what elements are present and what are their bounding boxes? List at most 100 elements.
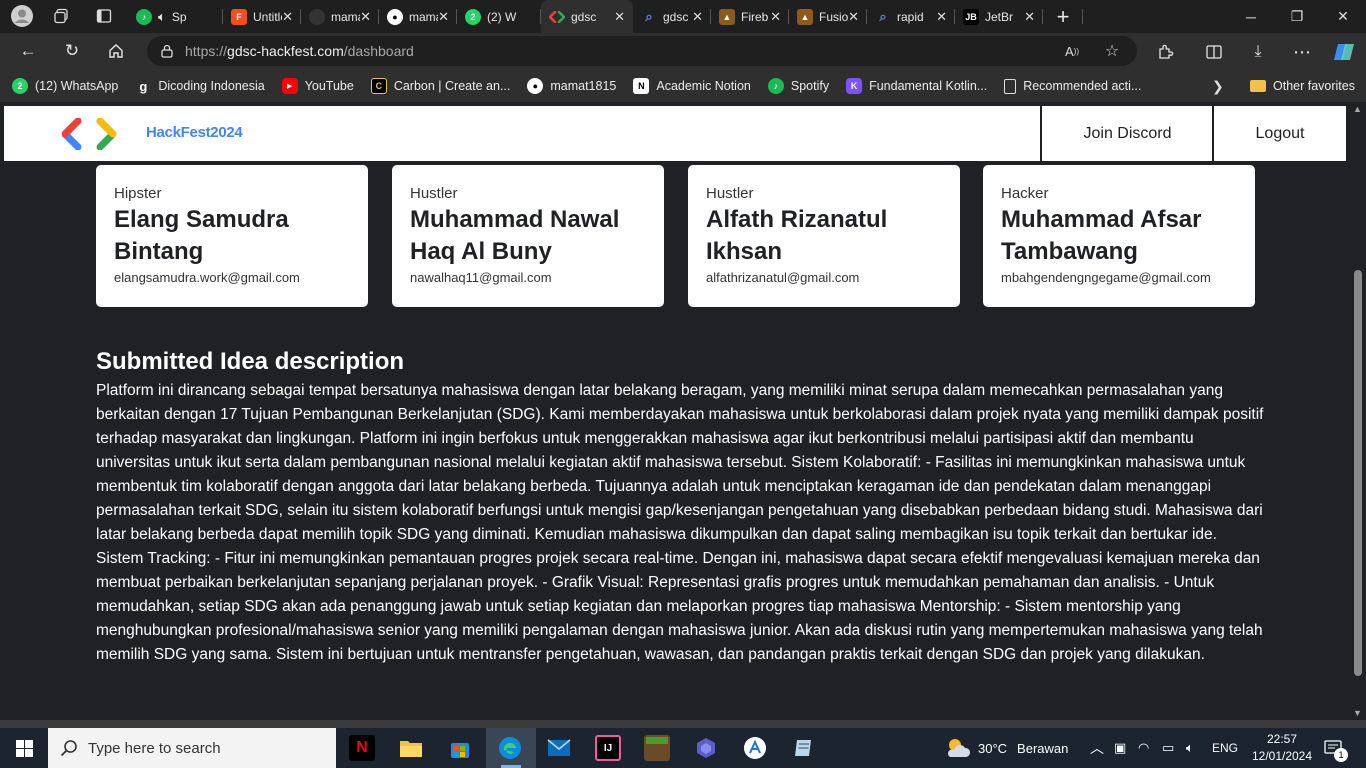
- bookmark-youtube[interactable]: ▶ YouTube: [281, 78, 354, 94]
- figma-icon: F: [231, 8, 247, 25]
- home-button[interactable]: [101, 37, 131, 65]
- idea-section-title: Submitted Idea description: [96, 348, 405, 375]
- bookmark-carbon[interactable]: C Carbon | Create an...: [370, 78, 510, 94]
- close-tab-icon[interactable]: ✕: [438, 9, 449, 25]
- browser-tab-active[interactable]: gdsc ✕: [541, 0, 633, 33]
- carbon-icon: C: [370, 78, 387, 94]
- notion-icon: N: [633, 78, 650, 94]
- split-screen-icon[interactable]: [1200, 38, 1228, 66]
- wifi-icon[interactable]: ◠: [1138, 728, 1149, 768]
- restore-button[interactable]: ❐: [1274, 0, 1320, 33]
- tab-title: rapid: [897, 9, 924, 24]
- bookmark-recommended[interactable]: Recommended acti...: [1004, 78, 1141, 94]
- gdsc-icon: [549, 9, 565, 25]
- power-automate-icon[interactable]: [693, 735, 719, 761]
- bookmark-spotify[interactable]: ♪ Spotify: [767, 78, 829, 94]
- system-clock[interactable]: 22:57 12/01/2024: [1250, 731, 1314, 765]
- close-tab-icon[interactable]: ✕: [692, 9, 703, 25]
- bookmarks-overflow-chevron-icon[interactable]: ❯: [1212, 70, 1224, 102]
- app-store-icon[interactable]: [742, 735, 768, 761]
- close-tab-icon[interactable]: ✕: [1024, 9, 1035, 25]
- bookmark-notion[interactable]: N Academic Notion: [633, 78, 751, 94]
- spotify-icon: ♪: [767, 78, 784, 94]
- member-card: Hustler Alfath Rizanatul Ikhsan alfathri…: [688, 165, 960, 307]
- tray-overflow-chevron-icon[interactable]: ︿: [1090, 728, 1104, 768]
- other-favorites-folder[interactable]: Other favorites: [1250, 70, 1355, 102]
- start-button[interactable]: [0, 728, 48, 768]
- join-discord-button[interactable]: Join Discord: [1040, 106, 1213, 161]
- workspaces-icon[interactable]: [46, 3, 78, 29]
- site-name[interactable]: HackFest2024: [146, 124, 243, 141]
- tab-title: gdsc: [663, 9, 689, 24]
- browser-tab[interactable]: ▲ Fusio ✕: [789, 0, 867, 33]
- microsoft-store-icon[interactable]: [447, 735, 473, 761]
- gdsc-logo-icon[interactable]: [62, 118, 124, 150]
- mail-icon[interactable]: [546, 735, 572, 761]
- browser-tab[interactable]: ▲ Fireb ✕: [711, 0, 789, 33]
- bookmark-kotlin[interactable]: K Fundamental Kotlin...: [846, 78, 987, 94]
- scroll-down-arrow-icon[interactable]: ▼: [1353, 708, 1362, 718]
- close-tab-icon[interactable]: ✕: [282, 9, 293, 25]
- copilot-icon[interactable]: [1330, 38, 1358, 66]
- more-menu-icon[interactable]: ⋯: [1288, 38, 1316, 66]
- member-email: elangsamudra.work@gmail.com: [114, 270, 300, 285]
- downloads-icon[interactable]: ⤓: [1244, 38, 1272, 66]
- minimize-button[interactable]: ─: [1228, 0, 1274, 33]
- cloud-sun-icon: [947, 739, 971, 757]
- tab-title: Spotify: [171, 9, 186, 24]
- read-aloud-icon[interactable]: A)): [1061, 41, 1083, 61]
- volume-icon[interactable]: 🔈︎: [1186, 728, 1194, 768]
- member-name: Alfath Rizanatul Ikhsan: [706, 206, 888, 265]
- browser-tab[interactable]: mamat ✕: [301, 0, 379, 33]
- close-tab-icon[interactable]: ✕: [360, 9, 371, 25]
- intellij-icon[interactable]: IJ: [595, 735, 621, 761]
- document-icon: [1004, 78, 1017, 94]
- new-tab-button[interactable]: +: [1043, 0, 1083, 33]
- browser-tab[interactable]: ♪ 🔈︎ Spotify: [128, 0, 223, 33]
- favorite-star-icon[interactable]: ☆: [1101, 41, 1123, 61]
- logout-button[interactable]: Logout: [1212, 106, 1346, 161]
- notifications-button[interactable]: 1: [1324, 728, 1348, 768]
- tab-title: Untitled: [253, 9, 282, 24]
- taskbar-search-box[interactable]: Type here to search: [48, 728, 336, 768]
- close-window-button[interactable]: ✕: [1320, 0, 1366, 33]
- minecraft-icon[interactable]: [644, 735, 670, 761]
- member-card: Hacker Muhammad Afsar Tambawang mbahgend…: [983, 165, 1255, 307]
- close-tab-icon[interactable]: ✕: [614, 9, 625, 25]
- tab-title: mamat: [409, 9, 438, 24]
- browser-tab[interactable]: ⌕ rapid ✕: [867, 0, 955, 33]
- browser-tab[interactable]: JB JetBr ✕: [955, 0, 1043, 33]
- close-tab-icon[interactable]: ✕: [936, 9, 947, 25]
- back-button[interactable]: ←: [13, 37, 43, 65]
- bookmark-label: Fundamental Kotlin...: [869, 79, 988, 93]
- address-bar[interactable]: https://gdsc-hackfest.com/dashboard A)) …: [147, 36, 1137, 66]
- refresh-button[interactable]: ↻: [57, 37, 87, 65]
- battery-icon[interactable]: ▭: [1162, 728, 1174, 768]
- profile-avatar[interactable]: [6, 3, 38, 29]
- page-scrollbar[interactable]: ▲ ▼: [1350, 102, 1366, 720]
- browser-tab[interactable]: F Untitled ✕: [223, 0, 301, 33]
- browser-tab[interactable]: ● mamat ✕: [379, 0, 457, 33]
- netflix-icon[interactable]: N: [349, 735, 375, 761]
- url-text: https://gdsc-hackfest.com/dashboard: [185, 43, 414, 59]
- browser-tab[interactable]: ⌕ gdsc ✕: [633, 0, 711, 33]
- file-explorer-icon[interactable]: [398, 735, 424, 761]
- notepad-icon[interactable]: [791, 735, 817, 761]
- bookmark-whatsapp[interactable]: 2 (12) WhatsApp: [12, 78, 118, 94]
- edge-taskbar-active[interactable]: [486, 728, 536, 768]
- weather-widget[interactable]: 30°C Berawan: [944, 728, 1068, 768]
- browser-tab[interactable]: 2 (2) W: [457, 0, 541, 33]
- scroll-up-arrow-icon[interactable]: ▲: [1353, 104, 1362, 114]
- language-indicator[interactable]: ENG: [1212, 728, 1238, 768]
- extensions-icon[interactable]: [1151, 38, 1179, 66]
- tray-device-icon[interactable]: ▣: [1114, 728, 1126, 768]
- close-tab-icon[interactable]: ✕: [848, 9, 859, 25]
- bookmark-label: mamat1815: [550, 79, 617, 93]
- scrollbar-thumb[interactable]: [1354, 270, 1362, 676]
- speaker-icon: 🔈︎: [158, 8, 166, 24]
- close-tab-icon[interactable]: ✕: [770, 9, 781, 25]
- bookmark-dicoding[interactable]: g Dicoding Indonesia: [135, 78, 264, 94]
- bookmark-github[interactable]: ● mamat1815: [527, 78, 616, 94]
- member-role: Hacker: [1001, 185, 1049, 202]
- tab-actions-icon[interactable]: [88, 3, 120, 29]
